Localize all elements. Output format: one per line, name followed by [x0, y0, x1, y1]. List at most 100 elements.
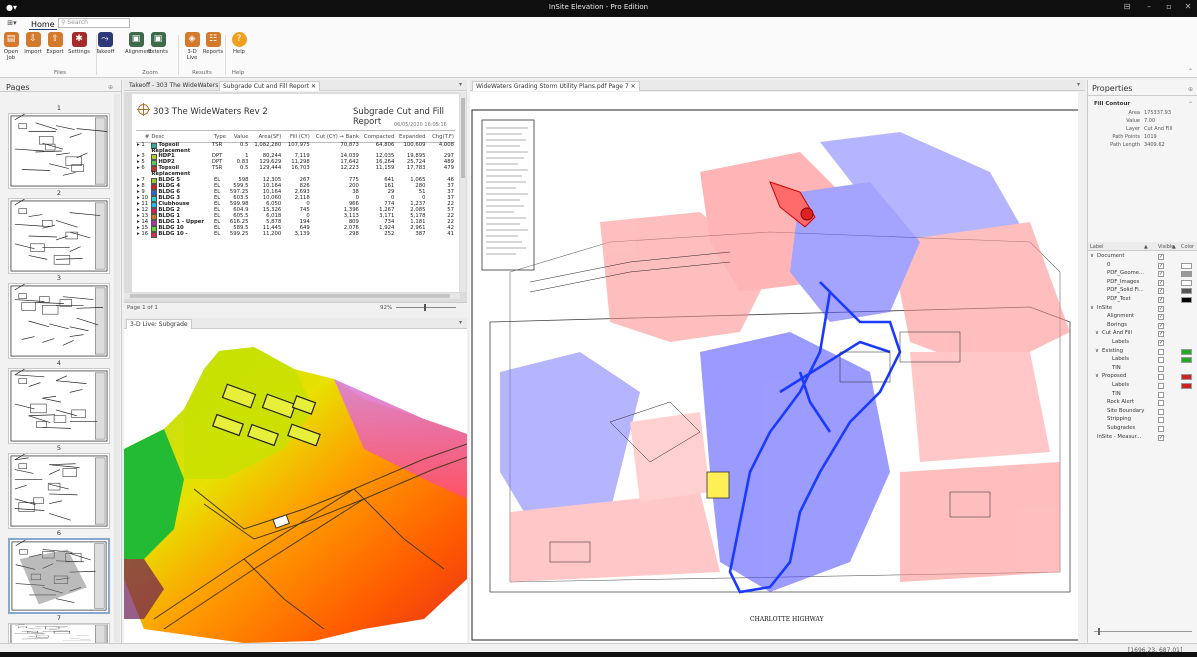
pin-icon[interactable]: ⊕	[108, 84, 113, 91]
layer-row[interactable]: InSite - Measur... ✓	[1088, 434, 1197, 443]
layer-color-swatch[interactable]	[1181, 279, 1192, 286]
layer-row[interactable]: Labels	[1088, 356, 1197, 365]
collapse-section-icon[interactable]: ⌃	[1188, 101, 1193, 108]
layer-row[interactable]: ∨ Cut And Fill ✓	[1088, 330, 1197, 339]
layer-row[interactable]: ∨ Existing	[1088, 348, 1197, 357]
visible-checkbox[interactable]	[1158, 383, 1164, 389]
pin-icon[interactable]: ⊕	[1188, 86, 1193, 93]
sort-icon[interactable]: ▲	[1172, 244, 1176, 250]
layer-color-swatch[interactable]	[1181, 357, 1192, 364]
layer-row[interactable]: Rock Alert	[1088, 399, 1197, 408]
restore-panels-icon[interactable]: ⊟	[1120, 2, 1134, 11]
layer-row[interactable]: Alignment ✓	[1088, 313, 1197, 322]
search-input[interactable]: ⚲ Search	[58, 18, 130, 28]
layer-color-swatch[interactable]	[1181, 297, 1192, 303]
visible-checkbox[interactable]	[1158, 365, 1164, 372]
app-menu-button[interactable]: ⊞▾	[4, 19, 20, 30]
visible-checkbox[interactable]: ✓	[1158, 271, 1164, 278]
layer-color-swatch[interactable]	[1181, 271, 1192, 278]
tab-menu-icon[interactable]: ▾	[1077, 81, 1080, 88]
layer-color-swatch[interactable]	[1181, 262, 1192, 269]
property-row[interactable]: Path Points 1019	[1092, 134, 1194, 142]
visible-checkbox[interactable]	[1158, 426, 1164, 432]
minimize-button[interactable]: –	[1142, 2, 1156, 11]
pdf-scrollbar[interactable]	[1078, 92, 1085, 643]
visible-checkbox[interactable]: ✓	[1158, 288, 1164, 295]
layer-color-swatch[interactable]	[1181, 348, 1192, 355]
takeoff-button[interactable]: ⤳ Takeoff	[94, 32, 116, 55]
maximize-button[interactable]: ▫	[1162, 2, 1176, 11]
column-header[interactable]: Value	[226, 132, 250, 143]
visible-checkbox[interactable]: ✓	[1158, 305, 1164, 312]
pages-scrollbar[interactable]	[114, 94, 120, 642]
collapse-ribbon-icon[interactable]: ⌃	[1188, 68, 1193, 75]
tab-pdf-page[interactable]: WideWaters Grading Storm Utility Plans.p…	[472, 81, 640, 91]
tab-home[interactable]: Home	[29, 20, 57, 30]
import-button[interactable]: ⇩ Import	[22, 32, 44, 55]
page-thumbnail[interactable]	[8, 538, 110, 614]
visible-checkbox[interactable]	[1158, 357, 1164, 364]
pdf-plan-viewport[interactable]: CHARLOTTE HIGHWAY	[470, 92, 1085, 643]
column-header[interactable]: Compacted	[359, 132, 396, 143]
report-hscrollbar[interactable]	[124, 293, 460, 299]
layer-row[interactable]: ∨ Proposed	[1088, 373, 1197, 382]
close-tab-icon[interactable]: ✕	[311, 83, 316, 90]
property-row[interactable]: Path Length 3409.62	[1092, 142, 1194, 150]
tab-3d-live[interactable]: 3-D Live: Subgrade	[126, 319, 192, 329]
3-d-live-button[interactable]: ◈ 3-D Live	[181, 32, 203, 61]
layer-row[interactable]: ∨ Document ✓	[1088, 253, 1197, 262]
visible-checkbox[interactable]	[1158, 417, 1164, 424]
layer-row[interactable]: Site Boundary	[1088, 408, 1197, 417]
visible-checkbox[interactable]: ✓	[1158, 297, 1164, 303]
reports-button[interactable]: ☷ Reports	[202, 32, 224, 55]
report-scrollbar[interactable]	[460, 92, 466, 292]
sort-icon[interactable]: ▲	[1144, 244, 1148, 250]
panel-slider-thumb[interactable]	[1098, 628, 1100, 635]
visible-checkbox[interactable]: ✓	[1158, 279, 1164, 286]
open-job-button[interactable]: ▤ Open Job	[0, 32, 22, 61]
column-header[interactable]: Chg(T.F)	[426, 132, 455, 143]
tab-menu-icon[interactable]: ▾	[459, 81, 462, 88]
column-header[interactable]: Desc	[150, 132, 208, 143]
expand-icon[interactable]: ∨	[1095, 373, 1099, 379]
layer-row[interactable]: PDF_Images ✓	[1088, 279, 1197, 288]
visible-checkbox[interactable]: ✓	[1158, 314, 1164, 321]
column-header[interactable]: Cut (CY) → Bank	[310, 132, 360, 143]
layer-row[interactable]: PDF_Solid Fi... ✓	[1088, 287, 1197, 296]
visible-checkbox[interactable]	[1158, 374, 1164, 381]
alignment-button[interactable]: ▣ Alignment	[125, 32, 152, 55]
layer-row[interactable]: TIN	[1088, 391, 1197, 400]
visible-checkbox[interactable]: ✓	[1158, 331, 1164, 338]
extents-button[interactable]: ▣ Extents	[147, 32, 169, 55]
page-thumbnail[interactable]	[8, 283, 110, 359]
layer-row[interactable]: Labels ✓	[1088, 339, 1197, 348]
expand-icon[interactable]: ∨	[1095, 348, 1099, 354]
property-row[interactable]: Area 175337.93	[1092, 110, 1194, 118]
layer-row[interactable]: Subgrades	[1088, 425, 1197, 434]
page-thumbnail[interactable]	[8, 198, 110, 274]
close-button[interactable]: ✕	[1181, 2, 1195, 11]
layer-row[interactable]: 0 ✓	[1088, 262, 1197, 271]
page-thumbnail[interactable]	[8, 368, 110, 444]
column-header[interactable]: Type	[207, 132, 227, 143]
visible-checkbox[interactable]	[1158, 400, 1164, 407]
settings-button[interactable]: ✱ Settings	[68, 32, 90, 55]
close-tab-icon[interactable]: ✕	[631, 83, 636, 90]
page-thumbnail[interactable]	[8, 453, 110, 529]
layer-row[interactable]: Labels	[1088, 382, 1197, 391]
layer-row[interactable]: PDF_Geome... ✓	[1088, 270, 1197, 279]
table-row[interactable]: ▸ 16 BLDG 10 - EL 599.25 11,200 3,139 298 252 38…	[136, 231, 455, 239]
layer-row[interactable]: TIN	[1088, 365, 1197, 374]
visible-checkbox[interactable]: ✓	[1158, 262, 1164, 269]
column-header[interactable]: #	[136, 132, 151, 143]
column-header[interactable]: Area(SF)	[249, 132, 283, 143]
expand-icon[interactable]: ∨	[1095, 330, 1099, 336]
tab-subgrade-report[interactable]: Subgrade Cut and Fill Report ✕	[219, 81, 320, 91]
layer-row[interactable]: Stripping	[1088, 416, 1197, 425]
visible-checkbox[interactable]: ✓	[1158, 434, 1164, 441]
page-thumbnail[interactable]	[8, 623, 110, 645]
visible-checkbox[interactable]	[1158, 391, 1164, 398]
expand-icon[interactable]: ∨	[1090, 305, 1094, 311]
column-header[interactable]: Fill (CY)	[282, 132, 311, 143]
property-row[interactable]: Layer Cut And Fill	[1092, 126, 1194, 134]
